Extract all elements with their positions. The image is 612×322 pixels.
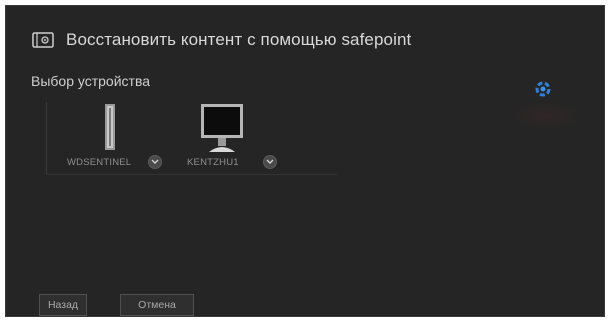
chevron-down-icon[interactable] — [263, 155, 277, 169]
device-item-wdsentinel[interactable]: WDSENTINEL — [57, 102, 167, 172]
device-name: KENTZHU1 — [187, 157, 239, 168]
nas-tower-icon — [105, 104, 115, 150]
loading-spinner-icon — [535, 81, 551, 97]
safepoint-restore-dialog: Восстановить контент с помощью safepoint… — [5, 5, 605, 317]
chevron-down-icon[interactable] — [148, 155, 162, 169]
safepoint-restore-icon — [32, 32, 54, 48]
back-button[interactable]: Назад — [39, 294, 87, 316]
dialog-title: Восстановить контент с помощью safepoint — [66, 30, 412, 49]
cancel-button[interactable]: Отмена — [120, 294, 194, 316]
device-item-kentzhu1[interactable]: KENTZHU1 — [177, 102, 287, 172]
dialog-header: Восстановить контент с помощью safepoint — [32, 28, 411, 52]
monitor-icon — [201, 104, 243, 152]
background-glow — [511, 101, 581, 131]
device-name: WDSENTINEL — [67, 157, 132, 168]
device-list: WDSENTINEL KENTZHU1 — [46, 102, 337, 175]
device-selection-label: Выбор устройства — [31, 73, 151, 89]
